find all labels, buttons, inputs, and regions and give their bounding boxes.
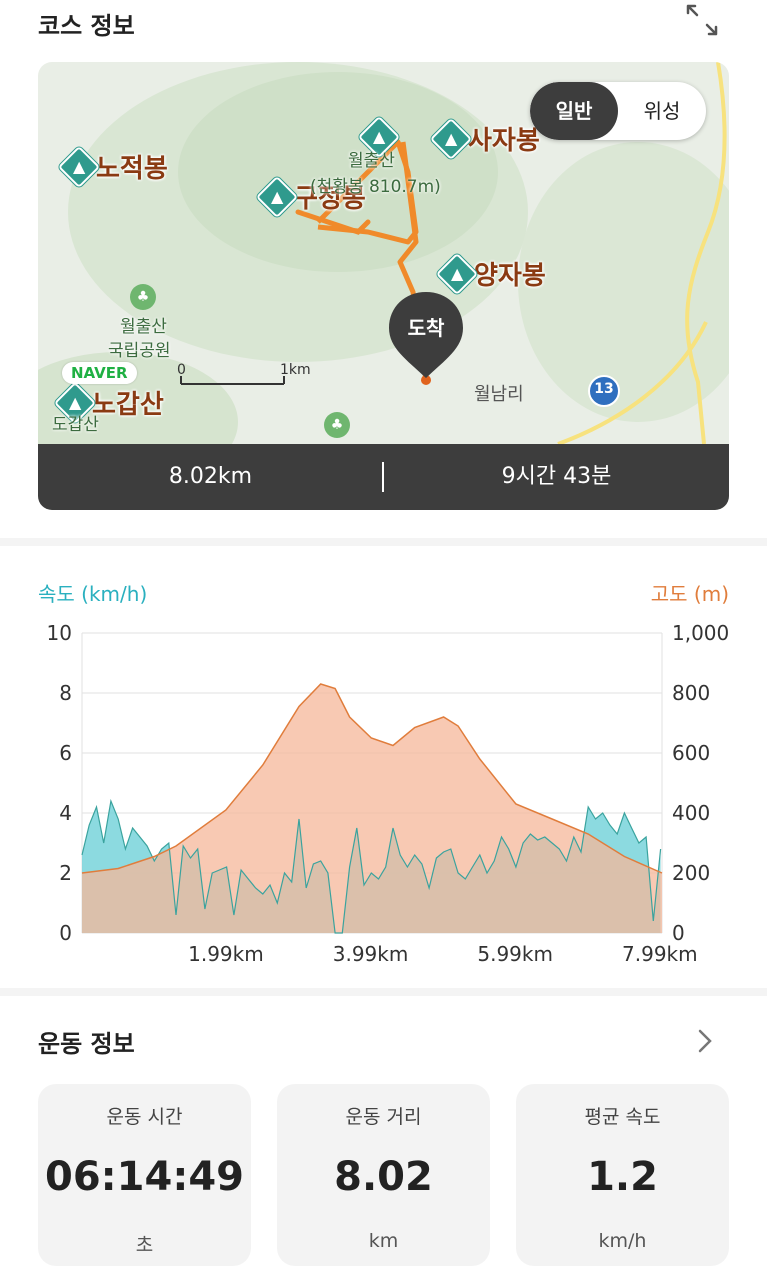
x-tick-label: 3.99km: [333, 942, 409, 966]
peak-sajabong[interactable]: ▲ 사자봉: [429, 117, 540, 160]
y-left-tick-label: 6: [59, 741, 72, 765]
summit-label: 월출산: [348, 151, 395, 171]
stat-label: 운동 거리: [345, 1106, 422, 1128]
y-left-tick-label: 0: [59, 921, 72, 945]
section-divider: [0, 538, 767, 546]
mountain-icon: ▲: [57, 145, 101, 188]
chevron-right-icon[interactable]: [692, 1026, 718, 1056]
x-tick-label: 5.99km: [477, 942, 553, 966]
naver-logo: NAVER: [62, 362, 137, 384]
mountain-icon: ▲: [255, 175, 299, 218]
summit-sub-label: (천황봉 810.7m): [310, 177, 441, 197]
speed-elevation-chart: 10864201,00080060040020001.99km 3.99km 5.9…: [47, 621, 730, 966]
peak-yangjabong[interactable]: ▲ 양자봉: [435, 252, 546, 295]
park-icon: ♣: [324, 412, 350, 438]
map-mode-toggle[interactable]: 일반 위성: [530, 82, 706, 140]
small-peak-label: 도갑산: [52, 415, 99, 435]
mountain-icon: ▲: [429, 117, 473, 160]
y-right-tick-label: 800: [672, 681, 710, 705]
stat-unit: km: [368, 1230, 399, 1252]
stat-card-distance: 운동 거리 8.02 km: [277, 1084, 490, 1266]
park-icon: ♣: [130, 284, 156, 310]
course-distance: 8.02km: [168, 464, 253, 489]
map-mode-satellite[interactable]: 위성: [618, 82, 706, 140]
mountain-icon: ▲: [435, 252, 479, 295]
arrival-marker[interactable]: 도착: [387, 290, 465, 378]
x-tick-label: 1.99km: [188, 942, 264, 966]
x-tick-label: 7.99km: [622, 942, 698, 966]
y-left-tick-label: 10: [47, 621, 72, 645]
speed-legend: 속도 (km/h): [38, 582, 148, 606]
y-right-tick-label: 400: [672, 801, 710, 825]
y-right-tick-label: 200: [672, 861, 710, 885]
park-label-2: 국립공원: [108, 341, 171, 361]
stat-value: 06:14:49: [45, 1154, 244, 1200]
y-left-tick-label: 2: [59, 861, 72, 885]
course-info-title: 코스 정보: [38, 12, 135, 40]
stat-unit: km/h: [598, 1230, 647, 1252]
course-duration: 9시간 43분: [501, 464, 612, 489]
y-right-tick-label: 1,000: [672, 621, 729, 645]
stat-value: 1.2: [587, 1154, 658, 1200]
scale-start: 0: [177, 362, 186, 378]
stat-label: 평균 속도: [584, 1106, 661, 1128]
exercise-info-title: 운동 정보: [38, 1030, 135, 1058]
village-label: 월남리: [474, 384, 524, 405]
y-left-tick-label: 8: [59, 681, 72, 705]
section-divider: [0, 988, 767, 996]
park-label-1: 월출산: [120, 317, 167, 337]
road-number: 13: [594, 381, 614, 397]
expand-icon[interactable]: [684, 2, 720, 38]
arrival-label: 도착: [407, 316, 445, 340]
y-left-tick-label: 4: [59, 801, 72, 825]
course-map[interactable]: ▲ 노적봉 ▲ 구정봉 ▲ 사자봉 ▲ 양자봉 ▲ 노갑산 ▲ 월출산 (천황봉…: [38, 62, 729, 510]
y-right-tick-label: 600: [672, 741, 710, 765]
peak-nojeokbong[interactable]: ▲ 노적봉: [57, 145, 168, 188]
stat-unit: 초: [135, 1234, 154, 1256]
elevation-legend: 고도 (m): [650, 582, 729, 606]
stat-label: 운동 시간: [106, 1106, 183, 1128]
stat-value: 8.02: [334, 1154, 433, 1200]
map-summary-bar: 8.02km 9시간 43분: [38, 444, 729, 510]
scale-end: 1km: [280, 362, 311, 378]
elevation-area: [82, 684, 662, 933]
stat-card-time: 운동 시간 06:14:49 초: [38, 1084, 251, 1266]
stat-card-speed: 평균 속도 1.2 km/h: [516, 1084, 729, 1266]
map-mode-general[interactable]: 일반: [530, 82, 618, 140]
